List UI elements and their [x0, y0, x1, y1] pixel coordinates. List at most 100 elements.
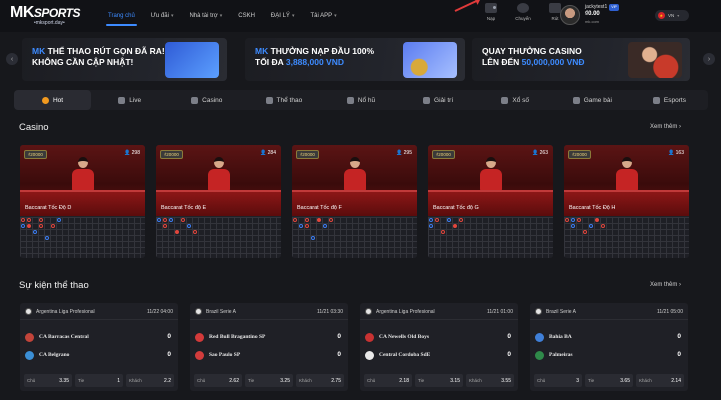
- viewer-count: 👤 295: [396, 150, 412, 156]
- category-tab-label: Thể thao: [276, 96, 303, 104]
- match-card[interactable]: Brazil Serie A 11/21 03:30 Red Bull Bragan…: [190, 303, 348, 391]
- dealer-head: [78, 157, 88, 168]
- team-score: 0: [677, 333, 681, 340]
- odds-button[interactable]: Tie 3.65: [585, 374, 633, 387]
- banner-prev-button[interactable]: ‹: [6, 53, 18, 65]
- team-name: CA Newells Old Boys: [379, 334, 429, 340]
- team-name: Palmeiras: [549, 352, 573, 358]
- odds-button[interactable]: Chủ 3.35: [24, 374, 72, 387]
- nav-item[interactable]: Ưu đãi ▾: [143, 0, 182, 32]
- odds-label: Khách: [469, 378, 482, 383]
- odds-value: 3.35: [59, 377, 69, 384]
- action-button[interactable]: Nạp: [480, 3, 502, 21]
- nav-item[interactable]: CSKH: [230, 0, 263, 32]
- match-card[interactable]: Argentina Liga Profesional 11/22 04:00 CA …: [20, 303, 178, 391]
- casino-table-card[interactable]: ₫20000 👤 295 Baccarat Tốc độ F: [292, 145, 417, 258]
- team-score: 0: [507, 351, 511, 358]
- odds-button[interactable]: Chủ 3: [534, 374, 582, 387]
- bead-road-grid: [292, 217, 417, 258]
- road-marker: [305, 218, 309, 222]
- odds-button[interactable]: Khách 2.14: [636, 374, 684, 387]
- category-tab-label: Live: [129, 96, 142, 104]
- nav-item-label: Tải APP: [310, 13, 333, 19]
- odds-row: Chủ 3.35 Tie 1 Khách 2.2: [24, 374, 174, 387]
- casino-table-card[interactable]: ₫20000 👤 284 Baccarat Tốc độ E: [156, 145, 281, 258]
- odds-label: Khách: [639, 378, 652, 383]
- category-tab[interactable]: Live: [91, 90, 168, 110]
- category-tab[interactable]: Nổ hũ: [322, 90, 399, 110]
- category-tab[interactable]: Thể thao: [245, 90, 322, 110]
- category-tab[interactable]: Giải trí: [400, 90, 477, 110]
- casino-table-card[interactable]: ₫20000 👤 263 Baccarat Tốc độ G: [428, 145, 553, 258]
- casino-see-more-link[interactable]: Xem thêm ›: [650, 124, 681, 130]
- odds-label: Tie: [78, 378, 85, 383]
- soccer-ball-icon: [535, 308, 542, 315]
- casino-table-name: Baccarat Tốc độ E: [161, 205, 207, 211]
- road-marker: [33, 230, 37, 234]
- nav-item[interactable]: Trang chủ: [100, 0, 143, 32]
- avatar[interactable]: [560, 4, 580, 25]
- team-row: Sao Paulo SP 0: [195, 350, 343, 362]
- category-tab[interactable]: Casino: [168, 90, 245, 110]
- odds-button[interactable]: Chủ 2.18: [364, 374, 412, 387]
- nav-item[interactable]: Nhà tài trợ ▾: [181, 0, 230, 32]
- odds-button[interactable]: Tie 1: [75, 374, 123, 387]
- casino-table-name: Baccarat Tốc Độ H: [569, 205, 616, 211]
- league-name: Argentina Liga Profesional: [36, 309, 95, 315]
- road-marker: [181, 218, 185, 222]
- banner-3-line1: QUAY THƯỞNG CASINO: [482, 46, 582, 56]
- odds-button[interactable]: Tie 3.15: [415, 374, 463, 387]
- odds-button[interactable]: Khách 2.75: [296, 374, 344, 387]
- casino-table-card[interactable]: ₫20000 👤 163 Baccarat Tốc Độ H: [564, 145, 689, 258]
- banner-next-button[interactable]: ›: [703, 53, 715, 65]
- road-marker: [163, 218, 167, 222]
- viewer-count: 👤 298: [124, 150, 140, 156]
- odds-button[interactable]: Tie 3.25: [245, 374, 293, 387]
- category-tab[interactable]: Xổ số: [477, 90, 554, 110]
- category-tab[interactable]: Game bài: [554, 90, 631, 110]
- match-card[interactable]: Brazil Serie A 11/21 05:00 Bahia BA 0 Palmei…: [530, 303, 688, 391]
- odds-value: 3: [576, 377, 579, 384]
- odds-row: Chủ 2.18 Tie 3.15 Khách 3.55: [364, 374, 514, 387]
- logo-domain: •mksport.day•: [34, 20, 65, 26]
- user-id: mk.com: [585, 19, 599, 24]
- nav-item[interactable]: Tải APP ▾: [302, 0, 344, 32]
- category-tab[interactable]: Hot: [14, 90, 92, 110]
- dealer-body: [344, 169, 366, 191]
- match-card[interactable]: Argentina Liga Profesional 11/21 01:00 CA …: [360, 303, 518, 391]
- nav-item[interactable]: ĐẠI LÝ ▾: [263, 0, 303, 32]
- language-selector[interactable]: VN ▾: [655, 10, 689, 21]
- odds-button[interactable]: Chủ 2.62: [194, 374, 242, 387]
- odds-label: Tie: [588, 378, 595, 383]
- dealer-figure: [72, 157, 94, 191]
- bead-road-grid: [428, 217, 553, 258]
- road-marker: [595, 218, 599, 222]
- nav-item-label: ĐẠI LÝ: [270, 13, 290, 19]
- casino-table-name: Baccarat Tốc độ G: [433, 205, 479, 211]
- road-marker: [571, 224, 575, 228]
- action-button[interactable]: Chuyển: [512, 3, 534, 21]
- team-name: CA Barracas Central: [39, 334, 89, 340]
- promo-banner-3[interactable]: QUAY THƯỞNG CASINO LÊN ĐẾN 50,000,000 VN…: [472, 38, 690, 81]
- odds-button[interactable]: Khách 3.55: [466, 374, 514, 387]
- casino-table-card[interactable]: ₫20000 👤 298 Baccarat Tốc Độ D: [20, 145, 145, 258]
- brand-logo[interactable]: MKSPORTS •mksport.day•: [10, 4, 90, 28]
- team-logo-icon: [25, 351, 34, 360]
- odds-button[interactable]: Khách 2.2: [126, 374, 174, 387]
- main-nav: Trang chủ Ưu đãi ▾ Nhà tài trợ ▾ CSKH ĐẠI LÝ ▾ T…: [100, 0, 345, 32]
- logo-mk: MK: [10, 4, 34, 21]
- promo-banner-1[interactable]: MK THỂ THAO RÚT GỌN ĐÃ RA! KHÔNG CẦN CẬP…: [22, 38, 227, 81]
- odds-value: 2.62: [229, 377, 239, 384]
- dealer-head: [486, 157, 496, 168]
- promo-banner-2[interactable]: MK THƯỞNG NẠP ĐẦU 100% TỐI ĐA 3,888,000 …: [245, 38, 465, 81]
- odds-value: 2.75: [331, 377, 341, 384]
- team-row: CA Barracas Central 0: [25, 332, 173, 344]
- sports-see-more-link[interactable]: Xem thêm ›: [650, 282, 681, 288]
- road-marker: [21, 224, 25, 228]
- team-name: Red Bull Bragantino SP: [209, 334, 266, 340]
- match-time: 11/21 05:00: [656, 309, 683, 315]
- user-panel[interactable]: jackytest1 VIP ₫0.00 mk.com: [560, 4, 619, 25]
- odds-value: 3.25: [280, 377, 290, 384]
- category-tab[interactable]: Esports: [631, 90, 708, 110]
- viewer-count: 👤 163: [668, 150, 684, 156]
